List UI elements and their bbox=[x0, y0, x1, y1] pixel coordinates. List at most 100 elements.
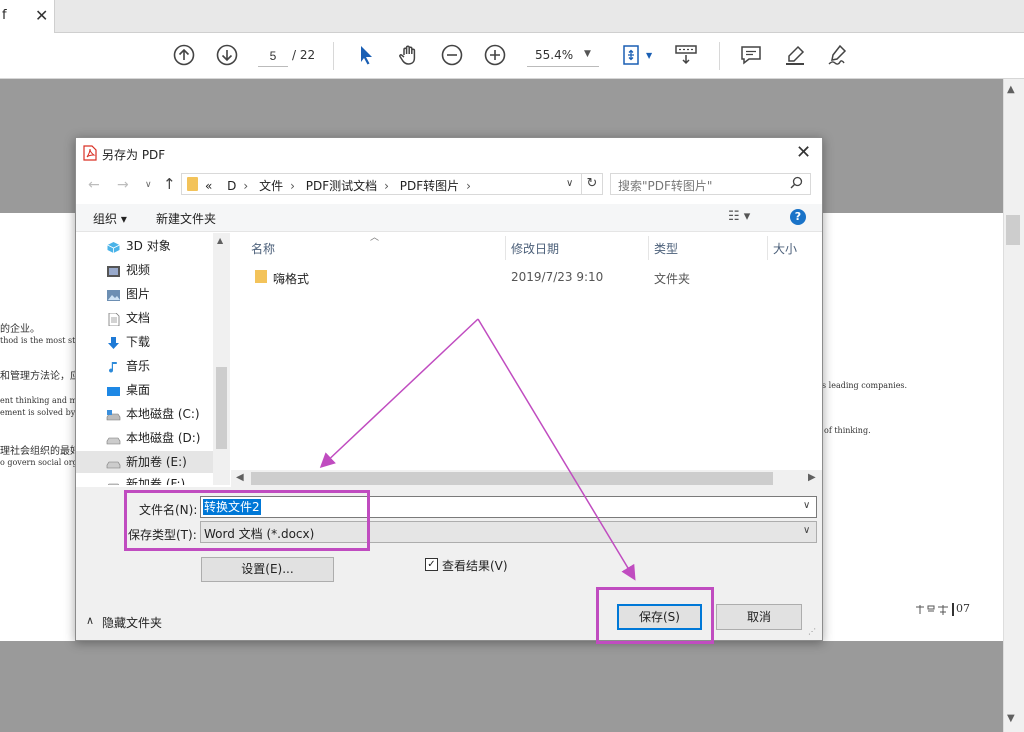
page-number: 07 bbox=[956, 602, 970, 615]
breadcrumb-item[interactable]: PDF转图片 bbox=[400, 179, 459, 193]
cube-icon bbox=[106, 239, 121, 253]
drive-icon bbox=[106, 431, 121, 445]
page-text: s leading companies. bbox=[822, 381, 908, 390]
zoom-in-icon[interactable] bbox=[483, 43, 507, 67]
organize-menu[interactable]: 组织 ▾ bbox=[93, 210, 127, 227]
refresh-icon[interactable]: ↻ bbox=[582, 173, 603, 195]
up-arrow-icon[interactable]: ↑ bbox=[163, 175, 176, 193]
drive-icon bbox=[106, 455, 121, 469]
sign-icon[interactable] bbox=[826, 43, 850, 67]
file-name[interactable]: 嗨格式 bbox=[273, 270, 309, 287]
view-result-checkbox[interactable]: ✓ bbox=[425, 558, 438, 571]
breadcrumb-item[interactable]: PDF测试文档 bbox=[306, 179, 377, 193]
scroll-down-icon[interactable]: ▼ bbox=[1007, 713, 1015, 724]
viewer-scrollbar[interactable] bbox=[1003, 79, 1024, 732]
page-footer-logo bbox=[914, 604, 950, 618]
chevron-down-icon[interactable]: ∨ bbox=[803, 500, 810, 511]
page-text: 理社会组织的最好 bbox=[0, 446, 80, 457]
view-result-label[interactable]: 查看结果(V) bbox=[442, 557, 508, 574]
dialog-title: 另存为 PDF bbox=[102, 148, 166, 162]
drive-icon bbox=[106, 407, 121, 421]
page-number-input[interactable] bbox=[258, 45, 288, 67]
desktop-icon bbox=[106, 383, 121, 396]
page-total: / 22 bbox=[292, 48, 316, 62]
sort-ascending-icon: ︿ bbox=[370, 233, 380, 243]
back-arrow-icon[interactable]: ← bbox=[88, 177, 100, 193]
page-text: 和管理方法论，应 bbox=[0, 371, 80, 382]
resize-grip-icon[interactable]: ⋰ bbox=[808, 627, 816, 636]
tab-title: f bbox=[2, 8, 7, 23]
column-header-name[interactable]: 名称 bbox=[251, 240, 275, 257]
breadcrumb-item[interactable]: 文件 bbox=[259, 179, 283, 193]
file-type: 文件夹 bbox=[654, 272, 691, 286]
next-page-icon[interactable] bbox=[215, 43, 239, 67]
breadcrumb-item[interactable]: D bbox=[227, 179, 236, 193]
help-icon[interactable]: ? bbox=[790, 209, 806, 225]
fit-page-dropdown-icon[interactable]: ▼ bbox=[646, 51, 652, 60]
highlight-pen-icon[interactable] bbox=[783, 43, 807, 67]
nav-item-pictures[interactable]: 图片 bbox=[106, 283, 230, 305]
column-divider[interactable] bbox=[767, 236, 768, 260]
column-divider[interactable] bbox=[505, 236, 506, 260]
drive-icon bbox=[106, 477, 121, 485]
scroll-mode-icon[interactable] bbox=[674, 43, 698, 67]
folder-icon bbox=[255, 270, 267, 283]
music-icon bbox=[106, 359, 121, 373]
toolbar-divider bbox=[333, 42, 334, 70]
select-cursor-icon[interactable] bbox=[354, 43, 378, 67]
nav-item-documents[interactable]: 文档 bbox=[106, 307, 230, 329]
view-options-icon[interactable]: ☷ ▾ bbox=[728, 209, 750, 224]
settings-button[interactable]: 设置(E)... bbox=[201, 557, 334, 582]
zoom-dropdown-icon[interactable]: ▼ bbox=[584, 49, 591, 59]
file-modified: 2019/7/23 9:10 bbox=[511, 270, 604, 284]
document-icon bbox=[106, 311, 121, 327]
recent-locations-icon[interactable]: ∨ bbox=[145, 180, 152, 190]
new-folder-button[interactable]: 新建文件夹 bbox=[156, 210, 216, 227]
nav-item-videos[interactable]: 视频 bbox=[106, 259, 230, 281]
tab-close-icon[interactable]: ✕ bbox=[35, 6, 48, 25]
nav-item-3d-objects[interactable]: 3D 对象 bbox=[106, 235, 230, 257]
column-header-type[interactable]: 类型 bbox=[654, 240, 678, 257]
breadcrumb-overflow[interactable]: « bbox=[205, 179, 212, 193]
column-header-size[interactable]: 大小 bbox=[773, 240, 797, 257]
nav-item-downloads[interactable]: 下载 bbox=[106, 331, 230, 353]
tab-strip bbox=[0, 0, 1024, 33]
column-divider[interactable] bbox=[648, 236, 649, 260]
annotation-highlight-fields bbox=[124, 490, 370, 551]
nav-item-desktop[interactable]: 桌面 bbox=[106, 379, 230, 401]
cancel-button[interactable]: 取消 bbox=[716, 604, 802, 630]
zoom-out-icon[interactable] bbox=[440, 43, 464, 67]
search-placeholder: 搜索"PDF转图片" bbox=[618, 179, 713, 193]
viewer-scroll-thumb[interactable] bbox=[1006, 215, 1020, 245]
close-icon[interactable]: ✕ bbox=[796, 142, 811, 163]
hide-folders-toggle[interactable]: 隐藏文件夹 bbox=[102, 614, 162, 631]
forward-arrow-icon[interactable]: → bbox=[117, 177, 129, 193]
comment-icon[interactable] bbox=[739, 43, 763, 67]
nav-item-drive-e[interactable]: 新加卷 (E:) bbox=[76, 451, 213, 473]
scroll-up-icon[interactable]: ▲ bbox=[217, 236, 223, 245]
nav-item-drive-d[interactable]: 本地磁盘 (D:) bbox=[106, 427, 230, 449]
scroll-up-icon[interactable]: ▲ bbox=[1007, 84, 1015, 95]
nav-item-drive-c[interactable]: 本地磁盘 (C:) bbox=[106, 403, 230, 425]
toolbar-divider bbox=[719, 42, 720, 70]
breadcrumb[interactable]: « D › 文件 › PDF测试文档 › PDF转图片 › bbox=[205, 177, 478, 194]
page-text: of thinking. bbox=[824, 426, 871, 435]
download-icon bbox=[106, 335, 121, 349]
previous-page-icon[interactable] bbox=[172, 43, 196, 67]
hand-tool-icon[interactable] bbox=[396, 43, 420, 67]
chevron-down-icon[interactable]: ∨ bbox=[566, 178, 573, 189]
annotation-highlight-save bbox=[596, 587, 714, 644]
fit-page-icon[interactable] bbox=[620, 43, 644, 67]
pdf-icon bbox=[83, 145, 97, 161]
search-icon[interactable] bbox=[790, 176, 803, 193]
chevron-up-icon[interactable]: ∧ bbox=[86, 614, 94, 627]
column-header-date[interactable]: 修改日期 bbox=[511, 240, 559, 257]
nav-item-drive-f[interactable]: 新加卷 (F:) bbox=[106, 473, 213, 485]
scroll-left-icon[interactable]: ◀ bbox=[236, 472, 244, 483]
scroll-right-icon[interactable]: ▶ bbox=[808, 472, 816, 483]
file-list-scroll-thumb[interactable] bbox=[251, 472, 773, 485]
page-text: 的企业。 bbox=[0, 324, 40, 335]
navigation-scroll-thumb[interactable] bbox=[216, 367, 227, 449]
nav-item-music[interactable]: 音乐 bbox=[106, 355, 230, 377]
chevron-down-icon[interactable]: ∨ bbox=[803, 525, 810, 536]
